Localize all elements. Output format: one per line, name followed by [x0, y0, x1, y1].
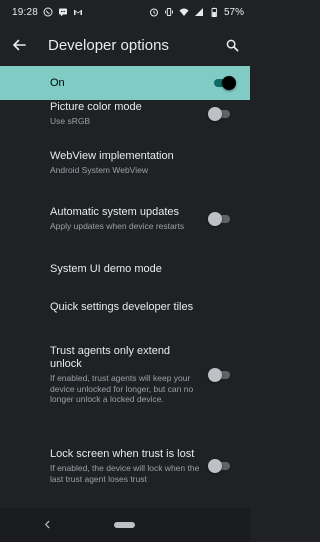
status-bar: 19:28 57%	[0, 0, 250, 24]
search-icon	[226, 39, 238, 51]
status-left: 19:28	[12, 7, 83, 18]
vibrate-icon	[164, 7, 174, 17]
toggle-thumb	[208, 459, 222, 473]
page-title: Developer options	[48, 36, 169, 54]
nav-back-button[interactable]	[41, 518, 53, 530]
toggle-thumb	[208, 107, 222, 121]
picture-color-mode-toggle[interactable]	[208, 107, 232, 121]
setting-automatic-system-updates[interactable]: Automatic system updates Apply updates w…	[0, 199, 250, 239]
toggle-thumb	[222, 76, 236, 90]
battery-icon	[209, 7, 219, 17]
setting-text: Trust agents only extend unlock If enabl…	[50, 345, 200, 405]
status-time: 19:28	[12, 6, 39, 18]
setting-summary: If enabled, trust agents will keep your …	[50, 373, 194, 405]
setting-title: Lock screen when trust is lost	[50, 448, 195, 460]
setting-text: WebView implementation Android System We…	[50, 150, 174, 176]
setting-title: WebView implementation	[50, 150, 174, 163]
setting-picture-color-mode[interactable]: Picture color mode Use sRGB	[0, 100, 250, 129]
alarm-icon	[149, 7, 159, 17]
setting-lock-screen-when-trust-lost[interactable]: Lock screen when trust is lost If enable…	[0, 434, 250, 498]
automatic-system-updates-toggle[interactable]	[208, 212, 232, 226]
setting-text: Lock screen when trust is lost If enable…	[50, 448, 200, 484]
setting-summary: Android System WebView	[50, 165, 148, 176]
gmail-icon	[73, 7, 83, 17]
signal-icon	[194, 7, 204, 17]
setting-text: System UI demo mode	[50, 263, 162, 276]
setting-summary: Use sRGB	[50, 116, 91, 127]
trust-agents-toggle[interactable]	[208, 368, 232, 382]
setting-title: Quick settings developer tiles	[50, 300, 194, 313]
setting-title: System UI demo mode	[50, 262, 162, 275]
setting-title: Automatic system updates	[50, 206, 180, 219]
chevron-left-icon	[44, 520, 49, 528]
search-button[interactable]	[214, 24, 250, 66]
master-switch-label: On	[50, 77, 65, 89]
toggle-thumb	[208, 368, 222, 382]
master-switch-toggle[interactable]	[212, 76, 236, 90]
back-button[interactable]	[0, 24, 38, 66]
app-bar: Developer options	[0, 24, 250, 66]
setting-summary: Apply updates when device restarts	[50, 221, 185, 232]
wifi-icon	[179, 7, 189, 17]
toggle-thumb	[208, 212, 222, 226]
nav-home-pill[interactable]	[114, 522, 135, 528]
setting-text: Automatic system updates Apply updates w…	[50, 206, 184, 232]
whatsapp-icon	[43, 7, 53, 17]
battery-percent: 57%	[223, 6, 244, 18]
setting-title: Trust agents only extend unlock	[50, 345, 171, 371]
settings-list: Picture color mode Use sRGB WebView impl…	[0, 100, 250, 508]
messages-icon	[58, 7, 68, 17]
setting-title: Picture color mode	[50, 101, 142, 114]
setting-trust-agents-only-extend-unlock[interactable]: Trust agents only extend unlock If enabl…	[0, 337, 250, 413]
setting-quick-settings-developer-tiles[interactable]: Quick settings developer tiles	[0, 299, 250, 315]
setting-webview-implementation[interactable]: WebView implementation Android System We…	[0, 148, 250, 178]
setting-text: Quick settings developer tiles	[50, 301, 193, 314]
setting-system-ui-demo-mode[interactable]: System UI demo mode	[0, 261, 250, 277]
setting-summary: If enabled, the device will lock when th…	[50, 463, 200, 484]
setting-text: Picture color mode Use sRGB	[50, 101, 142, 127]
master-switch-bar[interactable]: On	[0, 66, 250, 100]
navigation-bar	[0, 508, 250, 542]
lock-screen-trust-toggle[interactable]	[208, 459, 232, 473]
arrow-back-icon	[13, 39, 26, 51]
status-right: 57%	[149, 7, 244, 18]
